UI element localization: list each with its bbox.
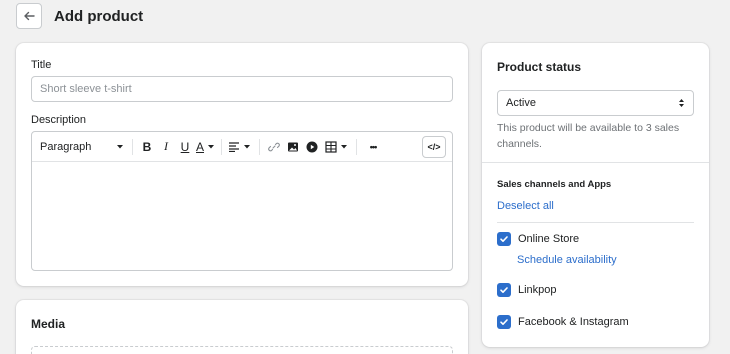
title-label: Title — [31, 59, 52, 71]
status-select[interactable]: Active — [497, 90, 694, 116]
media-card: Media — [16, 300, 468, 354]
caret-down-icon — [208, 144, 215, 148]
checkmark-icon — [500, 287, 508, 293]
image-button[interactable] — [285, 138, 301, 156]
deselect-all-link[interactable]: Deselect all — [497, 200, 554, 212]
image-icon — [288, 142, 299, 151]
select-arrows-icon — [679, 99, 684, 107]
description-editor: Paragraph B I U A ••• </> — [31, 131, 453, 271]
arrow-left-icon — [24, 11, 35, 21]
checkmark-icon — [500, 319, 508, 325]
code-view-button[interactable]: </> — [422, 136, 446, 158]
text-color-button[interactable]: A — [196, 137, 215, 157]
format-select[interactable]: Paragraph — [40, 137, 124, 157]
card-divider — [482, 162, 709, 163]
caret-down-icon — [244, 144, 251, 148]
channel-facebook-instagram[interactable]: Facebook & Instagram — [497, 315, 629, 329]
caret-down-icon — [341, 144, 348, 148]
play-circle-icon — [306, 141, 318, 152]
media-title: Media — [31, 317, 66, 331]
underline-button[interactable]: U — [177, 138, 193, 156]
toolbar-divider — [132, 138, 133, 155]
checkbox-checked[interactable] — [497, 232, 511, 246]
media-dropzone[interactable] — [31, 346, 453, 354]
schedule-availability-link[interactable]: Schedule availability — [517, 254, 617, 266]
checkbox-checked[interactable] — [497, 283, 511, 297]
page-header: Add product — [16, 3, 144, 29]
checkbox-checked[interactable] — [497, 315, 511, 329]
editor-content-area[interactable] — [32, 162, 452, 270]
align-left-icon — [229, 141, 240, 152]
caret-down-icon — [117, 144, 123, 148]
editor-toolbar: Paragraph B I U A ••• </> — [32, 132, 452, 162]
description-label: Description — [31, 114, 87, 126]
title-input[interactable] — [31, 76, 453, 102]
back-button[interactable] — [16, 3, 42, 29]
channel-online-store[interactable]: Online Store — [497, 232, 579, 246]
channel-linkpop[interactable]: Linkpop — [497, 283, 557, 297]
page-title: Add product — [54, 7, 144, 25]
toolbar-divider — [221, 138, 223, 155]
more-options-button[interactable]: ••• — [363, 138, 383, 156]
bold-button[interactable]: B — [139, 138, 155, 156]
link-icon — [268, 142, 280, 151]
video-button[interactable] — [304, 138, 320, 156]
channel-label: Facebook & Instagram — [518, 316, 629, 328]
product-status-card: Product status Active This product will … — [482, 43, 709, 347]
status-title: Product status — [497, 60, 582, 74]
checkmark-icon — [500, 236, 508, 242]
channels-title: Sales channels and Apps — [497, 179, 612, 190]
status-help-text: This product will be available to 3 sale… — [497, 122, 680, 150]
status-select-value: Active — [506, 97, 536, 109]
channels-divider — [497, 222, 694, 223]
link-button[interactable] — [266, 138, 282, 156]
table-icon — [325, 140, 337, 153]
table-button[interactable] — [325, 137, 348, 157]
channel-label: Online Store — [518, 233, 580, 245]
text-color-label: A — [196, 139, 205, 154]
align-button[interactable] — [228, 137, 251, 157]
toolbar-divider — [356, 138, 358, 155]
italic-button[interactable]: I — [158, 138, 174, 156]
product-details-card: Title Description Paragraph B I U A — [16, 43, 468, 286]
channel-label: Linkpop — [518, 284, 557, 296]
format-select-value: Paragraph — [40, 140, 92, 153]
toolbar-divider — [259, 138, 261, 155]
